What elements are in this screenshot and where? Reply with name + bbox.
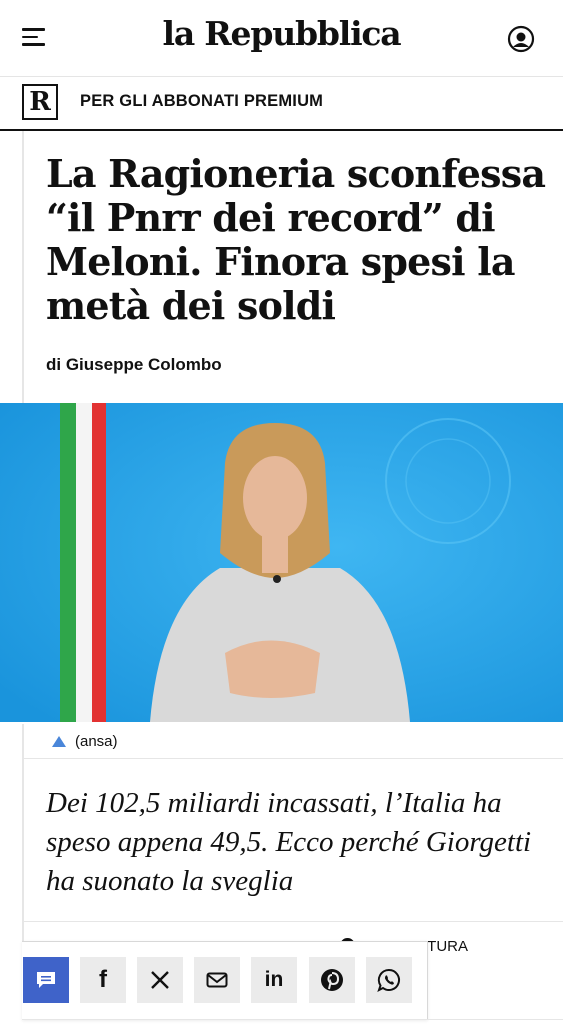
linkedin-share-button[interactable]: in xyxy=(251,957,297,1003)
flag-red-stripe xyxy=(92,403,106,722)
flag-white-stripe xyxy=(76,403,92,722)
comment-button[interactable] xyxy=(23,957,69,1003)
person-hands xyxy=(225,640,320,698)
article-byline[interactable]: di Giuseppe Colombo xyxy=(46,355,222,375)
mail-share-button[interactable] xyxy=(194,957,240,1003)
caption-text: (ansa) xyxy=(75,733,118,750)
left-rule xyxy=(22,131,24,403)
person-face xyxy=(243,456,307,540)
linkedin-icon: in xyxy=(264,968,284,991)
mail-icon xyxy=(206,972,228,988)
site-logo[interactable]: la Repubblica xyxy=(0,14,563,53)
x-icon xyxy=(151,971,169,989)
microphone xyxy=(273,575,281,583)
triangle-up-icon[interactable] xyxy=(52,736,66,747)
whatsapp-share-button[interactable] xyxy=(366,957,412,1003)
separator xyxy=(22,1019,563,1020)
comment-icon xyxy=(37,972,55,988)
user-account-icon[interactable] xyxy=(507,25,535,53)
article-photo[interactable] xyxy=(0,403,563,722)
premium-r-badge: R xyxy=(22,84,58,120)
article-headline: La Ragioneria sconfessa “il Pnrr dei rec… xyxy=(46,151,546,328)
separator xyxy=(24,758,563,759)
whatsapp-icon xyxy=(377,968,400,992)
facebook-icon: f xyxy=(99,966,107,993)
flag-green-stripe xyxy=(60,403,76,722)
left-rule-lower xyxy=(22,724,24,944)
article-summary: Dei 102,5 miliardi incassati, l’Italia h… xyxy=(46,787,532,897)
pinterest-share-button[interactable] xyxy=(309,957,355,1003)
facebook-share-button[interactable]: f xyxy=(80,957,126,1003)
separator xyxy=(24,921,563,922)
photo-caption: (ansa) xyxy=(52,733,118,750)
premium-label: PER GLI ABBONATI PREMIUM xyxy=(80,92,324,110)
x-share-button[interactable] xyxy=(137,957,183,1003)
pinterest-icon xyxy=(321,969,343,991)
